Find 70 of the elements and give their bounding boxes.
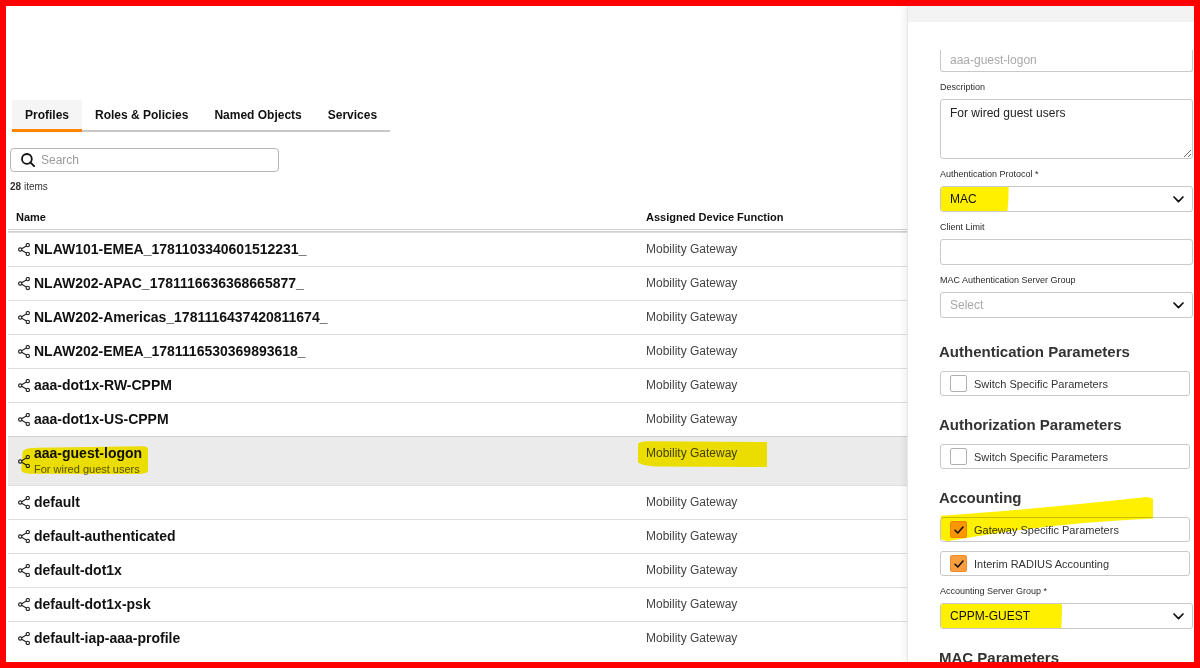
section-heading: Authorization Parameters — [939, 415, 1122, 435]
device-function: Mobility Gateway — [646, 630, 738, 647]
share-icon — [18, 243, 30, 256]
profile-name: default — [34, 494, 80, 511]
dropdown[interactable]: CPPM-GUEST — [940, 603, 1193, 629]
profile-name: default-dot1x — [34, 562, 122, 579]
profile-name: NLAW202-Americas_1781116437420811674_ — [34, 309, 328, 326]
profile-name: aaa-guest-logon — [34, 445, 143, 462]
checkmark-icon — [953, 559, 964, 568]
device-function: Mobility Gateway — [646, 241, 738, 258]
checkbox[interactable] — [950, 555, 967, 572]
checkbox-label: Switch Specific Parameters — [974, 377, 1108, 390]
share-icon — [18, 345, 30, 358]
profile-name: aaa-dot1x-RW-CPPM — [34, 377, 172, 394]
text-field[interactable] — [940, 239, 1193, 265]
chevron-down-icon — [1173, 195, 1184, 203]
profile-name: NLAW101-EMEA_1781103340601512231_ — [34, 241, 307, 258]
field-label: Client Limit — [940, 222, 985, 233]
table-row[interactable]: aaa-guest-logon For wired guest users Mobility Gateway — [8, 436, 907, 485]
profile-description: For wired guest users — [34, 462, 140, 477]
tab[interactable]: Named Objects — [201, 100, 315, 132]
chevron-down-icon — [1173, 612, 1184, 620]
profile-name: aaa-dot1x-US-CPPM — [34, 411, 169, 428]
section-heading: Accounting — [939, 488, 1022, 508]
device-function: Mobility Gateway — [646, 377, 738, 394]
profile-name: default-iap-aaa-profile — [34, 630, 181, 647]
device-function: Mobility Gateway — [646, 596, 738, 613]
tab[interactable]: Profiles — [12, 100, 82, 132]
share-icon — [18, 530, 30, 543]
tab[interactable]: Services — [314, 100, 391, 132]
device-function: Mobility Gateway — [646, 445, 738, 462]
profile-name: default-dot1x-psk — [34, 596, 151, 613]
device-function: Mobility Gateway — [646, 309, 738, 326]
checkbox[interactable] — [950, 448, 967, 465]
text-area[interactable]: For wired guest users — [940, 99, 1193, 159]
checkbox-label: Gateway Specific Parameters — [974, 523, 1119, 536]
checkbox[interactable] — [950, 375, 967, 392]
share-icon — [18, 496, 30, 509]
field-label: MAC Authentication Server Group — [940, 275, 1076, 286]
profile-name: NLAW202-APAC_1781116636368665877_ — [34, 275, 304, 292]
search-field[interactable]: Search — [10, 148, 279, 172]
search-input[interactable]: Search — [41, 150, 269, 170]
device-function: Mobility Gateway — [646, 275, 738, 292]
field-label: Authentication Protocol * — [940, 169, 1039, 180]
profile-name: default-authenticated — [34, 528, 176, 545]
tab[interactable]: Roles & Policies — [82, 100, 202, 132]
field-label: Accounting Server Group * — [940, 586, 1048, 597]
column-header: Name — [16, 211, 46, 223]
column-header: Assigned Device Function — [646, 211, 784, 223]
item-count: 28 items — [10, 181, 48, 193]
device-function: Mobility Gateway — [646, 562, 738, 579]
field-label: Description — [940, 82, 986, 93]
device-function: Mobility Gateway — [646, 411, 738, 428]
checkbox-label: Interim RADIUS Accounting — [974, 557, 1110, 570]
device-function: Mobility Gateway — [646, 343, 738, 360]
share-icon — [18, 379, 30, 392]
chevron-down-icon — [1173, 301, 1184, 309]
device-function: Mobility Gateway — [646, 494, 738, 511]
share-icon — [18, 413, 30, 426]
share-icon — [18, 564, 30, 577]
section-heading: Authentication Parameters — [939, 342, 1130, 362]
share-icon — [18, 598, 30, 611]
share-icon — [18, 311, 30, 324]
checkbox-label: Switch Specific Parameters — [974, 450, 1108, 463]
search-icon — [21, 153, 35, 167]
share-icon — [18, 632, 30, 645]
dropdown[interactable]: MAC — [940, 186, 1193, 212]
share-icon — [18, 277, 30, 290]
profile-name: NLAW202-EMEA_1781116530369893618_ — [34, 343, 306, 360]
device-function: Mobility Gateway — [646, 528, 738, 545]
